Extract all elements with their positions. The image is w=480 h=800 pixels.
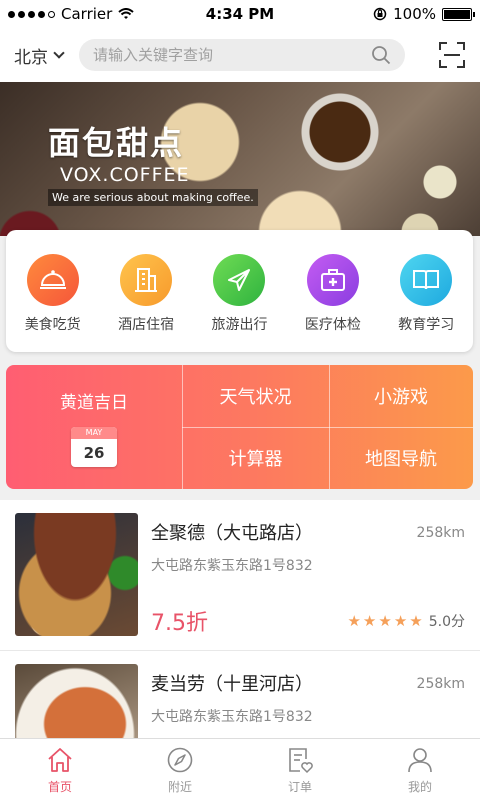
calendar-day: 26: [83, 443, 105, 462]
user-icon: [408, 748, 432, 773]
category-label: 医疗体检: [304, 317, 361, 333]
lucky-day-tile[interactable]: 黄道吉日 MAY 26: [6, 365, 182, 489]
compass-icon: [167, 747, 193, 773]
restaurant-photo: [15, 664, 138, 738]
tab-profile[interactable]: 我的: [360, 739, 480, 800]
promo-banner[interactable]: 面包甜点 VOX.COFFEE We are serious about mak…: [0, 82, 480, 236]
battery-icon: [442, 7, 475, 21]
signal-icon: [8, 10, 55, 18]
top-header: 北京: [0, 28, 480, 82]
star-icon: ★: [347, 612, 361, 630]
book-icon: [413, 270, 440, 290]
home-icon: [48, 748, 72, 772]
banner-tagline: We are serious about making coffee.: [48, 189, 258, 206]
medical-kit-icon: [320, 269, 345, 291]
star-icon: ★: [378, 612, 392, 630]
tab-orders[interactable]: 订单: [240, 739, 360, 800]
category-label: 酒店住宿: [118, 317, 175, 333]
wifi-icon: [118, 8, 134, 19]
banner-subtitle: VOX.COFFEE: [60, 164, 190, 186]
games-tile[interactable]: 小游戏: [329, 365, 473, 427]
games-label: 小游戏: [374, 387, 428, 408]
carrier-label: Carrier: [61, 5, 113, 23]
building-icon: [135, 268, 158, 292]
category-medical[interactable]: 医疗体检: [289, 254, 377, 352]
tab-home[interactable]: 首页: [0, 739, 120, 800]
airplane-icon: [228, 269, 251, 291]
list-item[interactable]: 全聚德（大屯路店） 大屯路东紫玉东路1号832 258km 7.5折 ★ ★ ★…: [0, 500, 480, 650]
calculator-tile[interactable]: 计算器: [182, 427, 329, 489]
calculator-label: 计算器: [228, 449, 283, 470]
city-selector[interactable]: 北京: [14, 43, 65, 68]
restaurant-photo: [15, 513, 138, 636]
weather-tile[interactable]: 天气状况: [182, 365, 329, 427]
restaurant-distance: 258km: [416, 525, 465, 541]
tab-label: 首页: [47, 780, 72, 794]
restaurant-rating: ★ ★ ★ ★ ★ 5.0分: [347, 611, 465, 631]
search-input[interactable]: [93, 46, 371, 64]
order-list-icon: [289, 748, 313, 774]
rating-score: 5.0分: [428, 614, 465, 630]
star-icon: ★: [362, 612, 377, 630]
banner-title: 面包甜点: [48, 124, 185, 162]
category-card: 美食吃货 酒店住宿 旅游出行 医疗体检 教育学习: [6, 230, 473, 352]
tab-label: 订单: [287, 780, 312, 794]
map-label: 地图导航: [365, 449, 437, 470]
weather-label: 天气状况: [219, 387, 292, 408]
restaurant-address: 大屯路东紫玉东路1号832: [151, 558, 313, 574]
star-icon: ★: [393, 612, 408, 630]
bottom-tab-bar: 首页 附近 订单 我的: [0, 738, 480, 800]
category-hotel[interactable]: 酒店住宿: [102, 254, 190, 352]
list-item[interactable]: 麦当劳（十里河店） 大屯路东紫玉东路1号832 258km: [0, 650, 480, 738]
calendar-icon: MAY 26: [71, 426, 117, 467]
category-food[interactable]: 美食吃货: [9, 254, 97, 352]
chevron-down-icon: [53, 46, 65, 59]
restaurant-distance: 258km: [416, 676, 465, 692]
orientation-lock-icon: [373, 7, 387, 21]
restaurant-list: 全聚德（大屯路店） 大屯路东紫玉东路1号832 258km 7.5折 ★ ★ ★…: [0, 500, 480, 738]
lucky-day-label: 黄道吉日: [60, 392, 128, 413]
search-icon[interactable]: [371, 45, 391, 65]
city-label: 北京: [14, 47, 48, 68]
category-label: 教育学习: [398, 317, 455, 333]
category-label: 美食吃货: [24, 317, 81, 333]
divider: [182, 427, 473, 428]
category-travel[interactable]: 旅游出行: [195, 254, 283, 352]
star-icon: ★: [409, 612, 423, 630]
search-bar[interactable]: [79, 39, 405, 71]
status-bar: Carrier 4:34 PM 100%: [0, 0, 480, 28]
category-education[interactable]: 教育学习: [382, 254, 470, 352]
tab-nearby[interactable]: 附近: [120, 739, 240, 800]
cloche-icon: [39, 270, 66, 289]
battery-percent: 100%: [393, 5, 436, 23]
tab-label: 附近: [167, 780, 192, 794]
tools-grid: 黄道吉日 MAY 26 天气状况 小游戏 计算器 地图导航: [6, 365, 473, 489]
restaurant-address: 大屯路东紫玉东路1号832: [151, 709, 313, 725]
restaurant-discount: 7.5折: [151, 611, 208, 636]
map-tile[interactable]: 地图导航: [329, 427, 473, 489]
tab-label: 我的: [407, 780, 432, 794]
scan-icon[interactable]: [438, 41, 466, 69]
calendar-month: MAY: [71, 426, 117, 439]
category-label: 旅游出行: [211, 317, 268, 333]
